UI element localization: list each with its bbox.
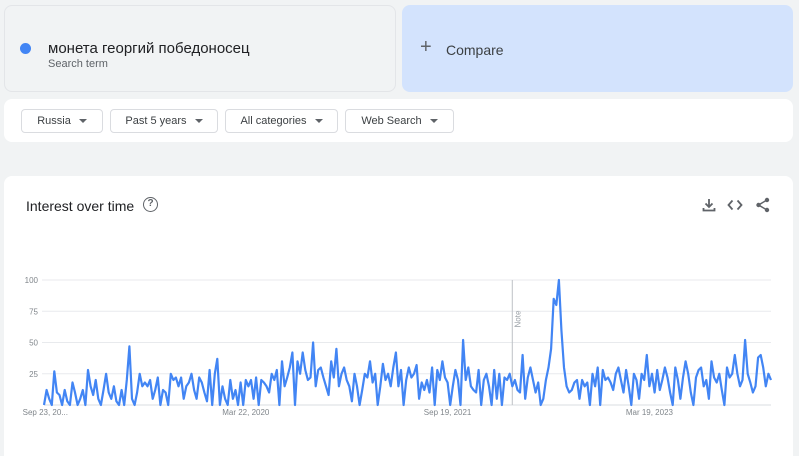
series-color-dot [20, 43, 31, 54]
time-range-dropdown-label: Past 5 years [125, 115, 187, 127]
search-term-sublabel: Search term [48, 58, 108, 70]
category-dropdown-label: All categories [240, 115, 307, 127]
y-tick-label: 100 [25, 276, 39, 285]
x-tick-label: Mar 19, 2023 [626, 408, 674, 417]
x-tick-label: Mar 22, 2020 [222, 408, 270, 417]
time-range-dropdown[interactable]: Past 5 years [110, 109, 218, 133]
caret-down-icon [429, 119, 438, 123]
filters-bar: Russia Past 5 years All categories Web S… [4, 99, 793, 142]
compare-button[interactable]: + Compare [402, 5, 793, 92]
x-tick-label: Sep 19, 2021 [424, 408, 472, 417]
note-label: Note [513, 310, 522, 327]
region-dropdown-label: Russia [37, 115, 71, 127]
y-tick-label: 75 [29, 307, 38, 316]
y-tick-label: 50 [29, 339, 38, 348]
y-tick-label: 25 [29, 370, 38, 379]
caret-down-icon [194, 119, 203, 123]
plus-icon: + [420, 36, 432, 58]
caret-down-icon [78, 119, 87, 123]
interest-over-time-card: Interest over time ? 25 50 75 100 Sep 23, 20… [4, 176, 793, 456]
caret-down-icon [314, 119, 323, 123]
region-dropdown[interactable]: Russia [21, 109, 103, 133]
interest-chart: 25 50 75 100 Sep 23, 20... Mar 22, 2020 Sep 19… [23, 276, 773, 417]
search-term-card[interactable]: монета георгий победоносец Search term [4, 5, 396, 92]
search-type-dropdown[interactable]: Web Search [345, 109, 454, 133]
search-type-dropdown-label: Web Search [361, 115, 422, 127]
search-term-name[interactable]: монета георгий победоносец [48, 40, 250, 57]
category-dropdown[interactable]: All categories [225, 109, 338, 133]
x-tick-label: Sep 23, 20... [23, 408, 68, 417]
compare-label: Compare [446, 42, 504, 58]
